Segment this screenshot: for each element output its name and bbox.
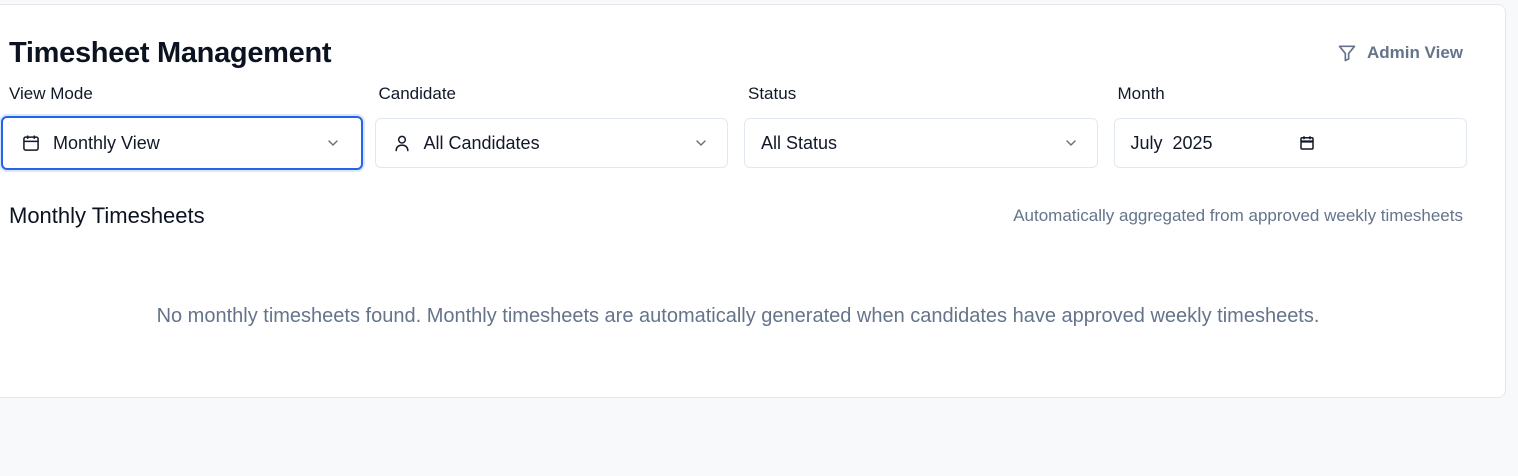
candidate-value: All Candidates [423, 132, 540, 153]
chevron-down-icon [696, 140, 706, 146]
empty-state-message: No monthly timesheets found. Monthly tim… [156, 305, 1320, 327]
candidate-filter: Candidate All Candidates [374, 83, 728, 170]
month-input[interactable]: July 2025 [1113, 118, 1467, 168]
view-mode-select[interactable]: Monthly View [1, 116, 363, 170]
calendar-picker-icon[interactable] [1298, 134, 1316, 152]
view-mode-value: Monthly View [53, 132, 160, 153]
view-mode-label: View Mode [9, 84, 93, 103]
chevron-down-icon [327, 140, 338, 146]
section-note: Automatically aggregated from approved w… [1013, 206, 1463, 225]
status-label: Status [748, 84, 797, 103]
status-value: All Status [761, 132, 838, 153]
month-value: July 2025 [1130, 132, 1213, 153]
status-filter: Status All Status [744, 83, 1098, 170]
chevron-down-icon [1065, 140, 1076, 146]
view-mode-filter: View Mode Monthly View [1, 83, 363, 170]
page-title: Timesheet Management [9, 37, 332, 69]
section-title: Monthly Timesheets [9, 203, 205, 228]
calendar-icon [23, 135, 39, 151]
user-icon [394, 135, 409, 152]
filter-icon [1338, 45, 1356, 62]
status-select[interactable]: All Status [744, 118, 1098, 168]
filter-bar: View Mode Monthly View Candidate All Can… [1, 83, 1467, 170]
admin-view-label: Admin View [1366, 43, 1463, 62]
candidate-select[interactable]: All Candidates [374, 118, 728, 168]
timesheet-card: Timesheet Management Admin View View Mod… [0, 4, 1506, 398]
month-filter: Month July 2025 [1113, 83, 1467, 170]
month-label: Month [1117, 84, 1165, 103]
admin-view-button[interactable]: Admin View [1337, 43, 1463, 63]
candidate-label: Candidate [378, 84, 457, 103]
